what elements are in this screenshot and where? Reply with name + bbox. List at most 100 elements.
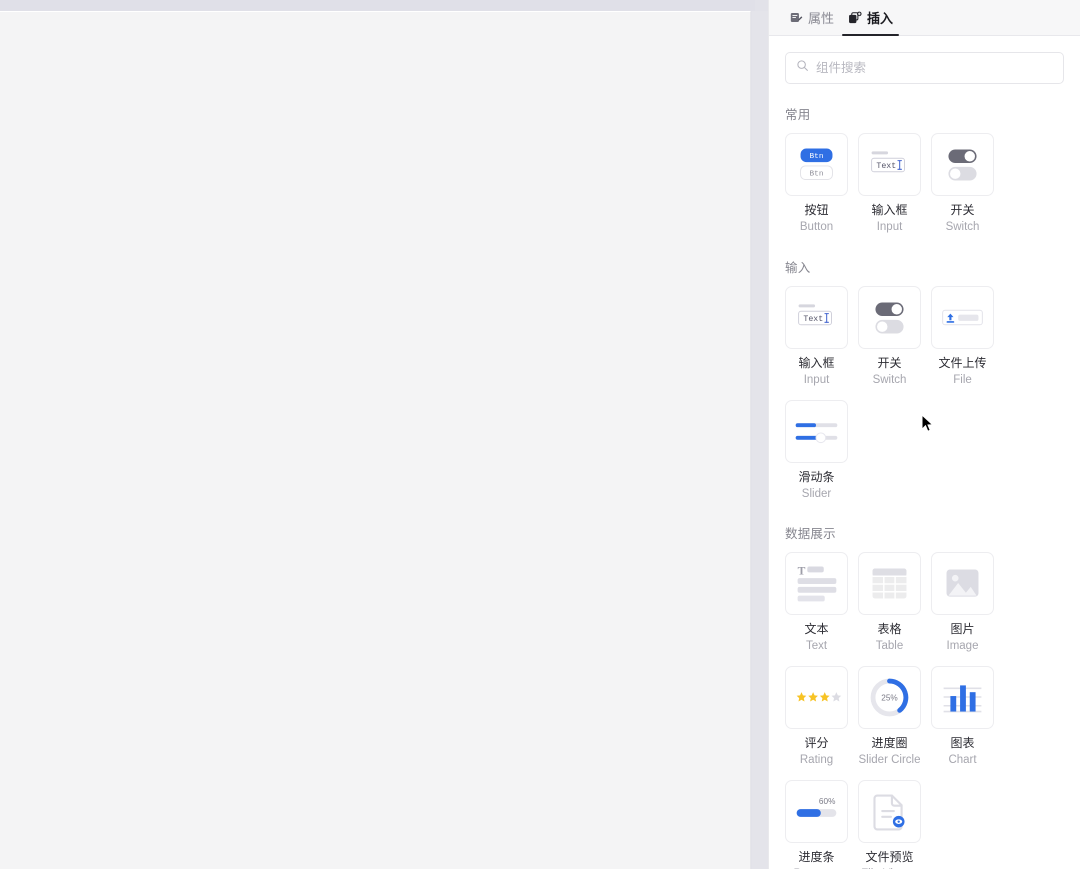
component-label-en: Slider [801,487,832,500]
component-card[interactable] [931,666,994,730]
component-label-zh: 表格 [877,622,902,637]
component-cell-chart[interactable]: 图表 Chart [931,666,994,770]
component-label-zh: 文件上传 [938,355,987,370]
component-label-zh: 输入框 [871,203,908,217]
component-card[interactable] [858,780,921,844]
component-cell-file-viewer[interactable]: 文件预览 File Viewer [858,780,921,869]
file-viewer-preview-icon [873,794,905,831]
component-label-zh: 开关 [950,203,975,217]
tab-properties[interactable]: 属性 [783,0,841,35]
file-upload-preview-icon [942,309,983,326]
component-label-en: Button [799,221,834,233]
component-cell-text[interactable]: T 文本 Text [785,552,848,656]
component-card[interactable] [858,285,921,349]
component-cell-file-upload[interactable]: 文件上传 File [931,285,994,390]
switch-preview-icon [948,149,977,181]
group-title: 常用 [785,108,811,122]
component-card[interactable]: Text [858,133,921,196]
properties-icon [790,11,803,24]
tab-properties-label: 属性 [808,11,835,26]
component-card[interactable]: T [785,552,848,616]
panel-tabbar: 属性 插入 [769,0,1080,36]
slider-preview-icon [795,422,838,443]
component-card[interactable] [931,552,994,616]
search-icon [796,59,809,77]
canvas-board[interactable] [0,11,751,869]
progress-circle-value: 25% [881,694,898,703]
search-input[interactable]: 组件搜索 [785,52,1064,84]
component-label-zh: 按钮 [804,203,829,217]
svg-text:Text: Text [876,162,896,171]
component-card[interactable] [858,552,921,616]
canvas-area[interactable] [0,0,768,869]
table-preview-icon [872,568,907,599]
component-card[interactable]: 25% [858,666,921,730]
svg-text:T: T [798,565,806,578]
component-list[interactable]: 常用 Btn Btn 按钮 Button Text 输入框 Input 开关 S… [769,84,1080,869]
group-input: 输入 Text 输入框 Input 开关 Switch 文件上传 File 滑动… [785,257,1064,504]
component-label-en: Rating [799,754,834,767]
component-card[interactable]: Text [785,285,848,349]
input-preview-icon: Text [871,151,905,173]
component-label-en: Table [875,640,904,653]
component-card[interactable]: 60% [785,780,848,844]
component-card[interactable] [931,133,994,196]
image-preview-icon [946,569,979,598]
component-label-en: Slider Circle [858,754,921,767]
progress-bar-value: 60% [819,797,836,806]
component-cell-progress-bar[interactable]: 60% 进度条 Progress [785,780,848,869]
svg-text:Text: Text [803,315,823,324]
component-label-en: Text [805,640,828,653]
group-grid: Btn Btn 按钮 Button Text 输入框 Input 开关 Swit… [785,133,1064,237]
component-label-zh: 输入框 [798,355,835,370]
svg-text:Btn: Btn [810,170,824,178]
component-cell-rating[interactable]: 评分 Rating [785,666,848,770]
text-preview-icon: T [797,565,837,602]
input-preview-icon: Text [798,304,832,326]
right-panel: 属性 插入 组件搜索 常用 Btn Btn 按钮 Button Text 输入框… [768,0,1080,869]
component-card[interactable] [931,285,994,349]
component-label-en: Switch [945,221,980,233]
app-root: 属性 插入 组件搜索 常用 Btn Btn 按钮 Button Text 输入框… [0,0,1080,869]
canvas-gutter [752,11,768,869]
component-cell-switch[interactable]: 开关 Switch [931,133,994,237]
component-card[interactable] [785,666,848,730]
group-title: 数据展示 [785,527,836,542]
group-grid: Text 输入框 Input 开关 Switch 文件上传 File 滑动条 S… [785,285,1064,504]
component-cell-switch[interactable]: 开关 Switch [858,285,921,390]
component-card[interactable]: Btn Btn [785,133,848,196]
component-label-en: Chart [948,754,977,767]
group-data-display: 数据展示 T 文本 Text 表格 Table 图片 Image 评分 Rati… [785,523,1064,869]
component-label-en: Image [946,640,979,653]
component-label-en: Switch [872,373,907,386]
tab-insert-label: 插入 [867,11,894,26]
switch-preview-icon [875,302,904,334]
canvas-topbar [0,0,755,11]
component-label-zh: 图表 [950,736,975,751]
component-label-en: File [953,373,972,386]
component-cell-button[interactable]: Btn Btn 按钮 Button [785,133,848,237]
component-cell-progress-circle[interactable]: 25% 进度圈 Slider Circle [858,666,921,770]
progress-bar-preview-icon: 60% [796,797,837,817]
component-label-zh: 图片 [950,622,975,637]
search-area: 组件搜索 [769,36,1080,84]
component-label-zh: 文件预览 [865,850,914,865]
component-card[interactable] [785,399,848,463]
progress-circle-preview-icon: 25% [870,678,909,717]
chart-preview-icon [943,685,982,713]
svg-text:Btn: Btn [810,153,824,161]
component-cell-slider[interactable]: 滑动条 Slider [785,399,848,504]
group-common: 常用 Btn Btn 按钮 Button Text 输入框 Input 开关 S… [785,104,1064,237]
component-label-en: Input [876,221,903,233]
button-preview-icon: Btn Btn [800,148,833,180]
component-cell-input[interactable]: Text 输入框 Input [785,285,848,390]
component-cell-input[interactable]: Text 输入框 Input [858,133,921,237]
component-cell-table[interactable]: 表格 Table [858,552,921,656]
insert-icon [848,11,862,25]
component-cell-image[interactable]: 图片 Image [931,552,994,656]
search-placeholder: 组件搜索 [816,60,867,75]
component-label-zh: 进度条 [798,850,835,865]
component-label-zh: 开关 [877,355,902,370]
group-title: 输入 [785,260,811,275]
tab-insert[interactable]: 插入 [841,0,900,36]
